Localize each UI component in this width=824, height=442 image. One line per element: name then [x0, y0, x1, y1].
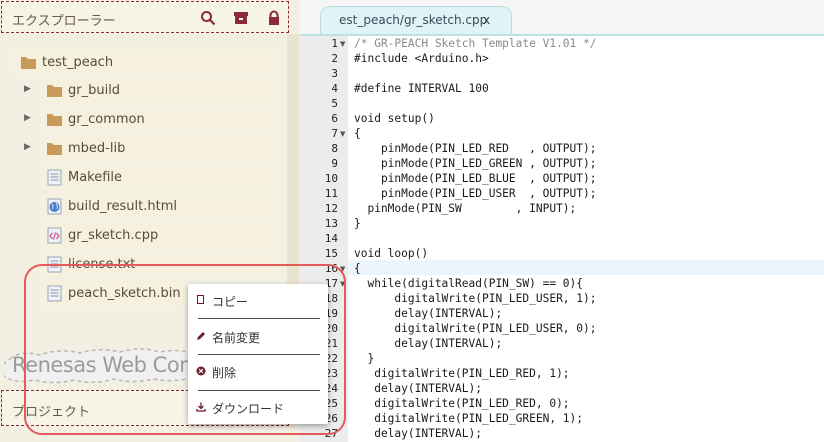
code-line: void setup() [354, 112, 435, 125]
delete-icon [196, 366, 206, 376]
menu-separator [198, 354, 320, 355]
line-number: 6 [331, 112, 338, 125]
tree-item-label: build_result.html [68, 199, 177, 214]
code-line: pinMode(PIN_LED_BLUE , OUTPUT); [354, 172, 597, 185]
code-line: } [354, 352, 375, 365]
code-editor[interactable]: /* GR-PEACH Sketch Template V1.01 */ #inc… [348, 36, 824, 442]
folder-icon [47, 114, 62, 126]
line-number: 11 [324, 187, 338, 200]
line-number: 15 [324, 247, 338, 260]
code-line: pinMode(PIN_LED_RED , OUTPUT); [354, 142, 597, 155]
tab-label: est_peach/gr_sketch.cpp [339, 13, 488, 27]
menu-item-rename[interactable]: 名前変更 [188, 322, 328, 352]
menu-item-label: 名前変更 [212, 331, 261, 345]
tree-item-mbed-lib[interactable]: mbed-lib [40, 136, 278, 161]
tree-item-makefile[interactable]: Makefile [40, 165, 278, 190]
menu-item-download[interactable]: ダウンロード [188, 393, 328, 423]
line-number: 12 [324, 202, 338, 215]
tree-item-gr-common[interactable]: gr_common [40, 107, 278, 132]
code-line: digitalWrite(PIN_LED_USER, 0); [354, 322, 597, 335]
line-number: 13 [324, 217, 338, 230]
copy-icon [197, 295, 204, 304]
pencil-icon [197, 332, 205, 340]
editor-tab[interactable]: est_peach/gr_sketch.cpp x [320, 6, 512, 34]
tree-item-label: gr_common [68, 112, 145, 127]
expand-arrow-icon[interactable]: ▶ [24, 84, 31, 94]
close-icon[interactable]: x [483, 13, 490, 27]
tree-item-build-result[interactable]: build_result.html [40, 194, 278, 219]
menu-item-label: 削除 [212, 366, 237, 380]
code-line: void loop() [354, 247, 429, 260]
tree-item-label: Makefile [68, 170, 123, 185]
menu-item-delete[interactable]: 削除 [188, 357, 328, 387]
line-number: 5 [331, 97, 338, 110]
fold-arrow-icon[interactable]: ▼ [340, 40, 345, 48]
code-line: delay(INTERVAL); [354, 382, 482, 395]
line-number: 1 [331, 37, 338, 50]
menu-item-label: コピー [212, 295, 249, 309]
line-number: 14 [324, 232, 338, 245]
code-line: } [354, 217, 361, 230]
search-icon[interactable] [200, 10, 216, 26]
globe-icon [47, 198, 62, 215]
download-icon [196, 402, 206, 412]
menu-separator [198, 318, 320, 319]
folder-icon [21, 57, 36, 69]
code-line: digitalWrite(PIN_LED_GREEN, 1); [354, 412, 584, 425]
tree-item-gr-build[interactable]: gr_build [40, 78, 278, 103]
file-icon [47, 169, 62, 186]
code-line: pinMode(PIN_LED_GREEN , OUTPUT); [354, 157, 597, 170]
tree-item-label: gr_sketch.cpp [68, 228, 159, 243]
code-line: digitalWrite(PIN_LED_USER, 1); [354, 292, 597, 305]
code-line: delay(INTERVAL); [354, 337, 503, 350]
line-number: 4 [331, 82, 338, 95]
editor-tabbar: est_peach/gr_sketch.cpp x [300, 0, 824, 34]
code-line: #define INTERVAL 100 [354, 82, 489, 95]
menu-separator [198, 390, 320, 391]
explorer-header: エクスプローラー [1, 1, 289, 33]
code-line: while(digitalRead(PIN_SW) == 0){ [354, 277, 584, 290]
archive-icon[interactable] [233, 10, 249, 26]
code-line: { [354, 262, 361, 275]
line-number: 9 [331, 157, 338, 170]
tree-item-label: test_peach [42, 55, 114, 70]
tree-root-folder[interactable]: test_peach [14, 50, 276, 75]
line-number: 2 [331, 52, 338, 65]
tree-item-label: mbed-lib [68, 141, 126, 156]
code-line: pinMode(PIN_LED_USER , OUTPUT); [354, 187, 597, 200]
code-line: digitalWrite(PIN_LED_RED, 0); [354, 397, 570, 410]
code-line: delay(INTERVAL); [354, 307, 503, 320]
line-number: 8 [331, 142, 338, 155]
code-line: delay(INTERVAL); [354, 427, 482, 440]
code-line: #include <Arduino.h> [354, 52, 489, 65]
menu-item-copy[interactable]: コピー [188, 286, 328, 316]
fold-arrow-icon[interactable]: ▼ [340, 130, 345, 138]
line-number: 7 [331, 127, 338, 140]
code-line: /* GR-PEACH Sketch Template V1.01 */ [354, 37, 597, 50]
line-number: 3 [331, 67, 338, 80]
code-line: digitalWrite(PIN_LED_RED, 1); [354, 367, 570, 380]
expand-arrow-icon[interactable]: ▶ [24, 113, 31, 123]
folder-icon [47, 143, 62, 155]
expand-arrow-icon[interactable]: ▶ [24, 142, 31, 152]
tree-item-label: gr_build [68, 83, 121, 98]
code-file-icon [47, 227, 62, 244]
active-line-highlight [348, 260, 824, 275]
code-line: { [354, 127, 361, 140]
lock-icon[interactable] [266, 10, 282, 26]
folder-icon [47, 85, 62, 97]
line-number: 10 [324, 172, 338, 185]
explorer-title: エクスプローラー [12, 14, 116, 29]
context-menu: コピー 名前変更 削除 ダウンロード [188, 284, 328, 424]
menu-item-label: ダウンロード [212, 402, 285, 416]
tree-item-gr-sketch[interactable]: gr_sketch.cpp [40, 223, 278, 248]
code-line: pinMode(PIN_SW , INPUT); [354, 202, 577, 215]
